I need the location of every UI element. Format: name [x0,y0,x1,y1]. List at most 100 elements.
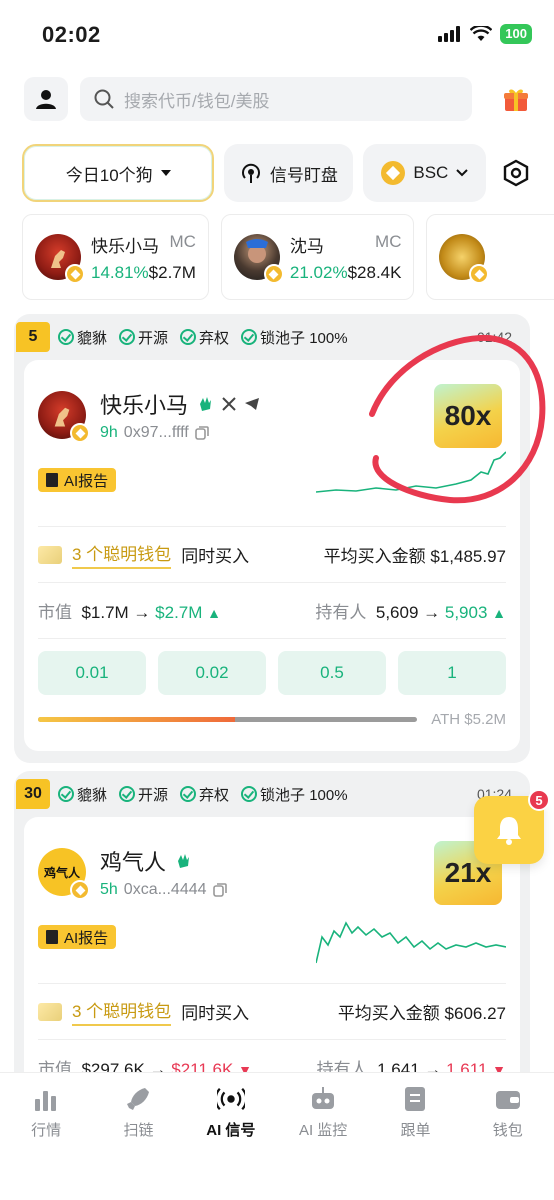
token-header: 鸡气人 鸡气人 5h 0xca...4444 21x [38,817,506,917]
nav-wallet[interactable]: 钱包 [462,1085,554,1200]
ticker-name: 快乐小马 [91,236,159,256]
battery-indicator: 100 [500,24,532,44]
ticker-change: 14.81% [91,262,149,282]
smart-wallet-suffix: 同时买入 [181,547,250,566]
check-circle-icon [180,786,197,802]
rank-badge: 30 [16,779,50,809]
price-sparkline [316,921,506,964]
tag-label: 貔貅 [77,329,108,347]
ai-report-label: AI报告 [64,929,109,947]
token-age: 5h [100,881,118,898]
mc-from: $1.7M [81,603,129,622]
holders-label: 持有人 [315,603,367,622]
ticker-mc-label: MC [169,231,196,251]
ticker-card[interactable]: 沈马 MC 21.02% $28.4K [220,214,415,300]
quick-buy-button[interactable]: 1 [398,651,506,695]
wallet-icon [494,1085,522,1113]
token-avatar: 鸡气人 [38,848,90,900]
signal-card-body: 鸡气人 鸡气人 5h 0xca...4444 21x AI报告 3 个聪明钱包 … [24,817,520,1095]
tag-lp-lock: 锁池子 100% [241,327,348,348]
copy-icon[interactable] [194,426,209,440]
smart-wallet-count[interactable]: 3 个聪明钱包 [72,997,172,1026]
ai-report-row: AI报告 [38,917,506,983]
ticker-mc-value: $28.4K [347,262,402,282]
nav-scan[interactable]: 扫链 [92,1085,184,1200]
search-row: 搜索代币/钱包/美股 [24,76,530,122]
wallet-icon [38,545,62,564]
signal-watch-button[interactable]: 信号盯盘 [224,144,354,202]
settings-button[interactable] [496,144,536,202]
tag-renounced: 弃权 [180,327,229,348]
token-avatar [38,391,90,443]
check-circle-icon [241,786,258,802]
token-name: 鸡气人 [100,850,167,875]
wifi-icon [470,26,493,41]
ath-label: ATH $5.2M [431,710,506,728]
signal-card-body: 快乐小马 9h 0x97...ffff 80x AI报告 3 个聪明钱包 同时买… [24,360,520,751]
signal-card[interactable]: 5 貔貅 开源 弃权 锁池子 100% 01:42 快乐小马 9h 0x97..… [14,314,530,763]
signal-card-header: 5 貔貅 开源 弃权 锁池子 100% 01:42 [14,314,530,360]
nav-ai-monitor[interactable]: AI 监控 [277,1085,369,1200]
nav-market[interactable]: 行情 [0,1085,92,1200]
quick-buy-amounts: 0.01 0.02 0.5 1 [38,638,506,699]
ticker-card[interactable]: 快乐小马 MC 14.81% $2.7M [22,214,209,300]
tag-label: 锁池子 100% [260,786,348,804]
ticker-mc-value: $2.7M [148,262,196,282]
token-header: 快乐小马 9h 0x97...ffff 80x [38,360,506,460]
chain-label: BSC [413,163,449,182]
ticker-card-partial[interactable] [426,214,554,300]
token-age: 9h [100,424,118,441]
smart-wallet-suffix: 同时买入 [181,1004,250,1023]
nav-ai-signal[interactable]: AI 信号 [185,1085,277,1200]
daily-dogs-dropdown[interactable]: 今日10个狗 [22,144,215,202]
bell-icon [497,817,521,845]
search-input[interactable]: 搜索代币/钱包/美股 [80,77,472,121]
profile-button[interactable] [24,77,68,121]
bar-chart-icon [32,1085,60,1113]
quick-buy-button[interactable]: 0.01 [38,651,146,695]
verified-hand-icon [178,854,190,868]
holders-from: 5,609 [375,603,419,622]
quick-buy-button[interactable]: 0.5 [278,651,386,695]
ai-report-button[interactable]: AI报告 [38,468,117,492]
tag-label: 弃权 [199,329,230,347]
user-icon [36,90,56,109]
check-circle-icon [58,329,74,345]
check-circle-icon [180,329,197,345]
quick-buy-button[interactable]: 0.02 [158,651,266,695]
token-address: 0x97...ffff [123,424,189,441]
nav-label: AI 信号 [206,1122,256,1139]
token-avatar-text: 鸡气人 [43,865,80,880]
arrow-up-icon: ▲ [492,605,506,621]
caret-down-icon [160,170,171,176]
ath-progress-fill [38,716,236,722]
token-avatar [439,234,490,284]
document-icon [401,1085,429,1113]
telegram-icon[interactable] [244,397,260,411]
gift-icon[interactable] [502,85,530,113]
gain-multiplier: 80x [434,384,502,448]
market-stats-row: 市值 $1.7M → $2.7M ▲ 持有人 5,609 → 5,903 ▲ [38,582,506,638]
tag-label: 貔貅 [77,786,108,804]
avg-buy-value: $606.27 [444,1004,506,1023]
check-circle-icon [241,329,258,345]
ticker-change: 21.02% [289,262,348,282]
copy-icon[interactable] [212,883,227,897]
holders-to: 5,903 [444,603,488,622]
settings-hex-icon [503,159,529,187]
bnb-badge-icon [70,880,90,900]
smart-money-row: 3 个聪明钱包 同时买入 平均买入金额 $1,485.97 [38,526,506,582]
tag-label: 开源 [138,786,169,804]
tag-lp-lock: 锁池子 100% [241,784,348,805]
book-icon [46,473,58,487]
check-circle-icon [119,329,136,345]
smart-wallet-count[interactable]: 3 个聪明钱包 [72,540,172,569]
chain-selector[interactable]: BSC [363,144,487,202]
smart-money-row: 3 个聪明钱包 同时买入 平均买入金额 $606.27 [38,983,506,1039]
token-avatar [233,234,284,284]
bottom-nav: 行情 扫链 AI 信号 AI 监控 跟单 钱包 [0,1072,554,1200]
x-twitter-icon[interactable] [222,397,236,411]
ai-report-button[interactable]: AI报告 [38,925,117,949]
nav-copy-trade[interactable]: 跟单 [369,1085,461,1200]
status-icons: 100 [438,24,532,44]
